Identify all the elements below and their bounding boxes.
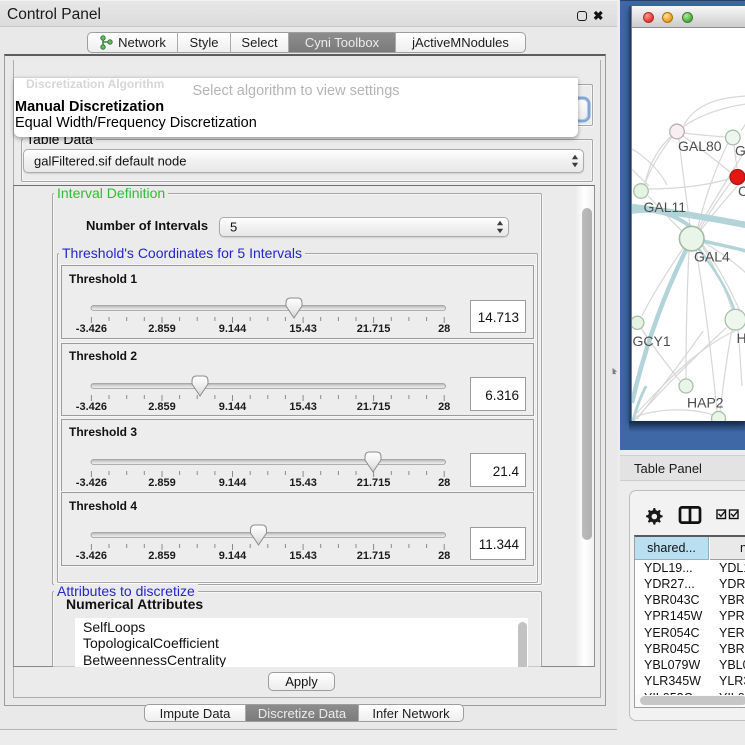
svg-text:G.: G. [735, 143, 745, 159]
svg-text:GAL4: GAL4 [694, 249, 730, 265]
svg-text:GAL80: GAL80 [678, 138, 722, 154]
svg-text:GCY1: GCY1 [633, 333, 671, 349]
svg-text:C.: C. [738, 183, 745, 199]
svg-text:GAL11: GAL11 [644, 199, 687, 215]
svg-text:H: H [737, 330, 745, 346]
svg-text:HAP2: HAP2 [687, 395, 724, 411]
